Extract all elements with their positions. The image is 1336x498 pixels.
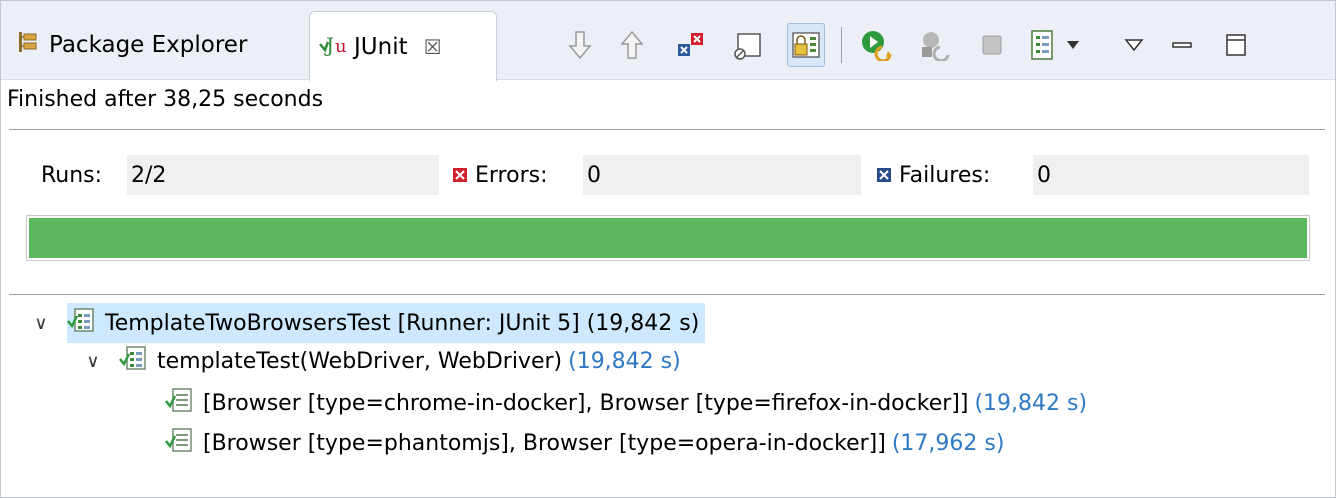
history-dropdown-icon[interactable] <box>1061 23 1085 67</box>
svg-text:u: u <box>335 36 347 57</box>
tab-package-explorer[interactable]: Package Explorer <box>17 11 307 79</box>
failures-counter: Failures: <box>877 155 990 195</box>
show-skipped-tests-only-icon[interactable] <box>729 23 767 67</box>
tree-node-label: templateTest(WebDriver, WebDriver) <box>157 348 563 374</box>
chevron-down-icon[interactable]: ∨ <box>81 351 105 372</box>
test-success-icon <box>165 426 193 460</box>
next-failure-icon[interactable] <box>561 23 599 67</box>
close-icon[interactable]: ☒ <box>424 35 442 59</box>
toolbar-separator <box>841 27 842 63</box>
minimize-icon[interactable] <box>1163 23 1201 67</box>
tree-node-time: (19,842 s) <box>568 348 681 374</box>
rerun-test-icon[interactable] <box>859 23 897 67</box>
failure-icon <box>877 163 891 188</box>
chevron-down-icon[interactable]: ∨ <box>29 313 53 334</box>
test-suite-success-icon <box>67 306 95 340</box>
test-run-history-icon[interactable] <box>1023 23 1061 67</box>
show-failures-only-icon[interactable] <box>671 23 709 67</box>
view-menu-icon[interactable] <box>1115 23 1153 67</box>
junit-icon: J u <box>318 30 348 64</box>
status-message: Finished after 38,25 seconds <box>7 87 324 112</box>
test-suite-success-icon <box>119 344 147 378</box>
tree-node-test-class[interactable]: ∨ TemplateTwoBrowsersTest [Runner: JUnit… <box>29 303 706 343</box>
test-success-icon <box>165 386 193 420</box>
package-explorer-icon <box>17 30 39 60</box>
error-icon <box>453 163 467 188</box>
tree-node-label: TemplateTwoBrowsersTest [Runner: JUnit 5… <box>105 310 700 336</box>
previous-failure-icon[interactable] <box>613 23 651 67</box>
tree-node-label: [Browser [type=phantomjs], Browser [type… <box>203 430 886 456</box>
progress-bar-fill <box>29 218 1307 258</box>
errors-value: 0 <box>583 155 861 195</box>
junit-view-frame: Package Explorer J u JUnit ☒ Finished af… <box>0 0 1336 498</box>
divider <box>9 129 1325 130</box>
failures-value: 0 <box>1033 155 1309 195</box>
stop-icon[interactable] <box>973 23 1011 67</box>
tree-node-time: (17,962 s) <box>891 430 1005 456</box>
tab-package-explorer-label: Package Explorer <box>49 32 248 58</box>
tree-node-test-case[interactable]: [Browser [type=chrome-in-docker], Browse… <box>165 383 1093 423</box>
svg-text:J: J <box>324 33 334 57</box>
failures-label: Failures: <box>899 162 991 188</box>
tab-junit-label: JUnit <box>354 33 408 60</box>
tree-node-test-method[interactable]: ∨ templateTest(WebDriver, WebDriver) (19… <box>81 341 687 381</box>
maximize-icon[interactable] <box>1217 23 1255 67</box>
view-tab-bar: Package Explorer J u JUnit ☒ <box>1 1 1335 81</box>
tree-node-test-case[interactable]: [Browser [type=phantomjs], Browser [type… <box>165 423 1010 463</box>
tree-node-time: (19,842 s) <box>974 390 1088 416</box>
runs-value: 2/2 <box>127 155 439 195</box>
rerun-failed-first-icon[interactable] <box>917 23 955 67</box>
tab-junit[interactable]: J u JUnit ☒ <box>309 11 497 81</box>
errors-label: Errors: <box>475 162 548 188</box>
errors-counter: Errors: <box>453 155 548 195</box>
runs-label: Runs: <box>41 162 103 188</box>
divider <box>9 294 1325 295</box>
progress-bar <box>26 215 1310 261</box>
tree-node-label: [Browser [type=chrome-in-docker], Browse… <box>203 390 969 416</box>
scroll-lock-icon[interactable] <box>787 23 825 67</box>
